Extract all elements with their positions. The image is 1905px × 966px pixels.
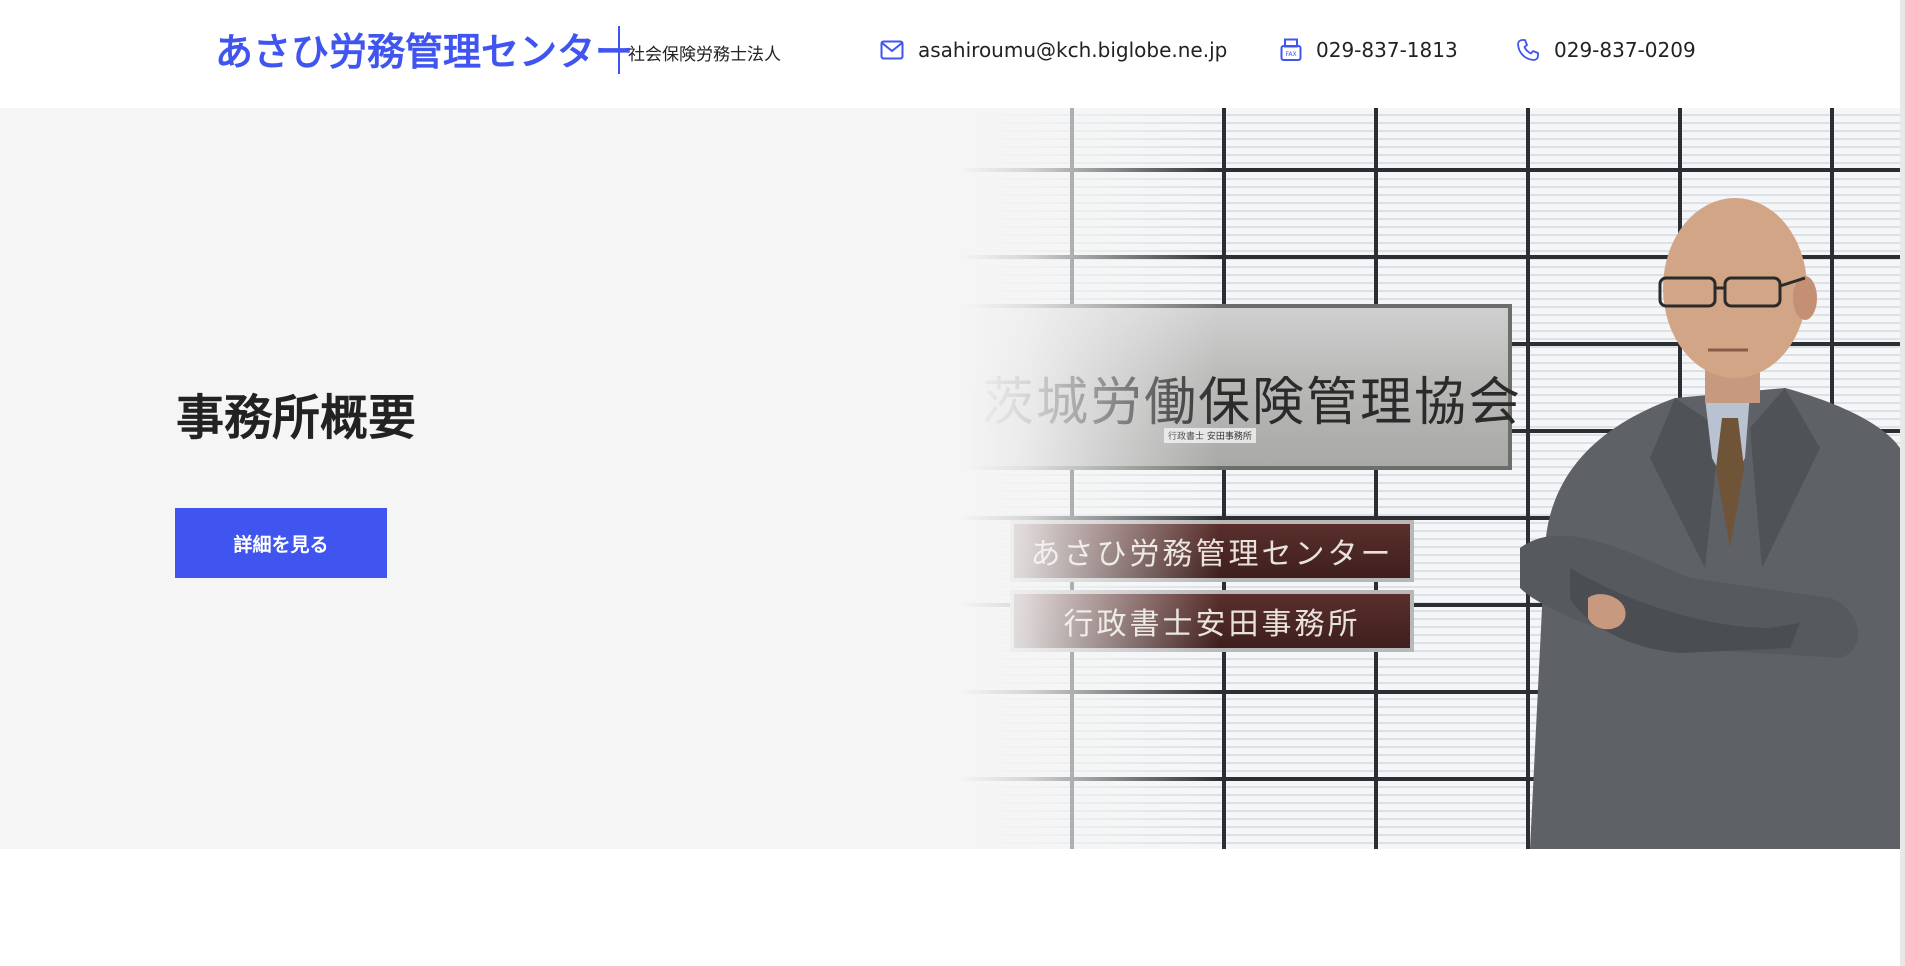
logo-divider xyxy=(618,26,620,74)
phone-icon xyxy=(1516,38,1540,62)
contact-tel[interactable]: 029-837-0209 xyxy=(1516,36,1696,64)
page-scrollbar[interactable] xyxy=(1900,0,1905,966)
contact-fax[interactable]: FAX 029-837-1813 xyxy=(1280,36,1458,64)
site-header: あさひ労務管理センター 社会保険労務士法人 asahiroumu@kch.big… xyxy=(0,0,1905,108)
svg-text:FAX: FAX xyxy=(1285,51,1296,58)
logo-subtitle: 社会保険労務士法人 xyxy=(628,45,781,65)
person-figure xyxy=(1520,198,1905,849)
photo-fade xyxy=(960,108,1220,849)
hero-title: 事務所概要 xyxy=(176,390,417,446)
mail-icon xyxy=(880,40,904,60)
office-photo: 茨城労働保険管理協会 行政書士 安田事務所 あさひ労務管理センター 行政書士安田… xyxy=(960,108,1905,849)
hero-section: 事務所概要 詳細を見る 茨城労働保険管理協会 行政書士 安田事務所 あさひ労務管… xyxy=(0,108,1905,849)
site-logo[interactable]: あさひ労務管理センター xyxy=(215,28,633,76)
fax-icon: FAX xyxy=(1280,38,1302,62)
content-section xyxy=(0,849,1905,966)
view-details-button[interactable]: 詳細を見る xyxy=(175,508,387,578)
contact-email-text[interactable]: asahiroumu@kch.biglobe.ne.jp xyxy=(918,38,1227,62)
contact-fax-text[interactable]: 029-837-1813 xyxy=(1316,38,1458,62)
contact-email[interactable]: asahiroumu@kch.biglobe.ne.jp xyxy=(880,36,1227,64)
contact-tel-text[interactable]: 029-837-0209 xyxy=(1554,38,1696,62)
